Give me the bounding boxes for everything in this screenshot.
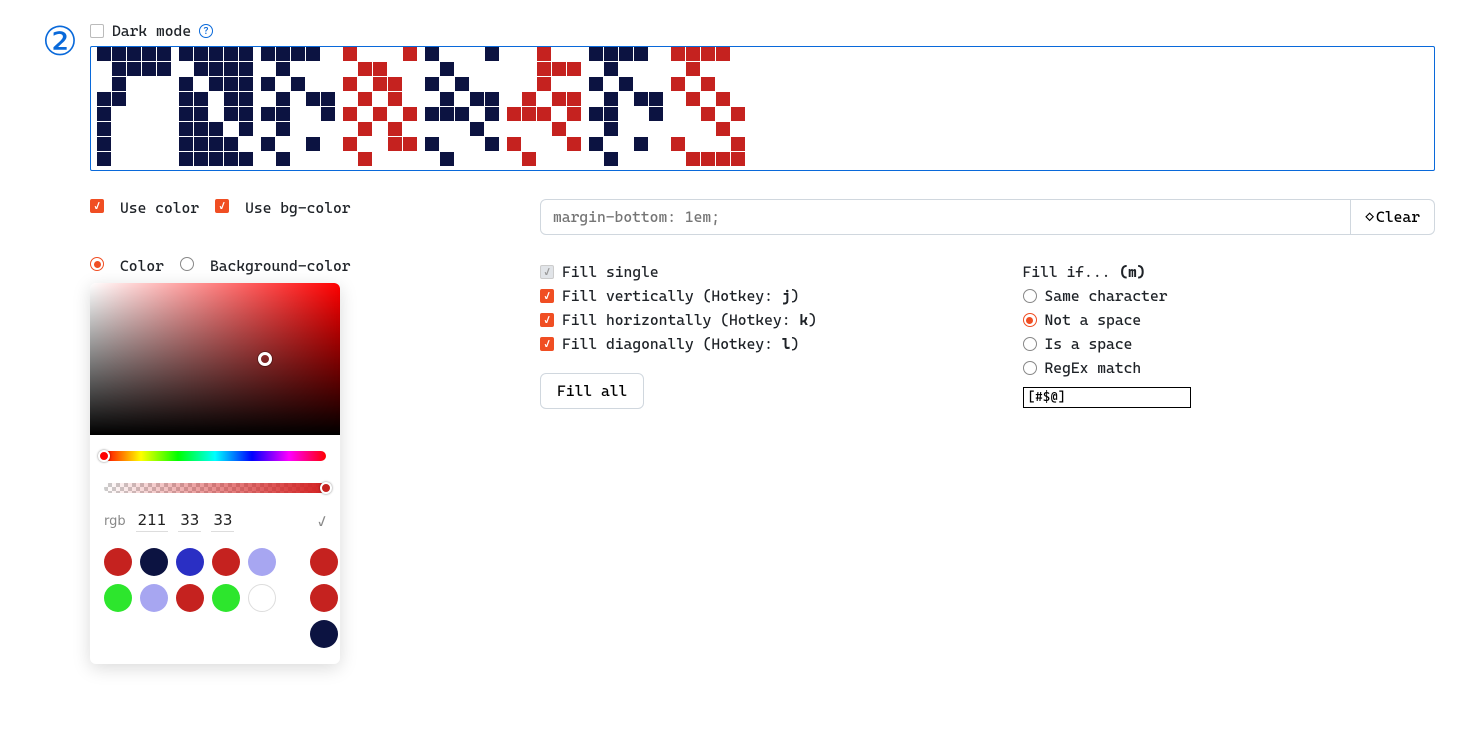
fill-vertical-checkbox[interactable] [540, 289, 554, 303]
fill-diagonal-label: Fill diagonally (Hotkey: l) [562, 335, 799, 353]
color-mode-label: Color [120, 257, 164, 275]
dark-mode-checkbox[interactable] [90, 24, 104, 38]
letter-F [97, 47, 171, 166]
fillif-same-label: Same character [1045, 287, 1168, 305]
regex-input[interactable] [1023, 387, 1191, 408]
step-number-badge: ② [42, 22, 78, 62]
extra-css-input[interactable] [540, 199, 1351, 235]
swatch[interactable] [212, 584, 240, 612]
letter-D [671, 47, 745, 166]
swatch[interactable] [176, 548, 204, 576]
fillif-same-radio[interactable] [1023, 289, 1037, 303]
fill-horizontal-label: Fill horizontally (Hotkey: k) [562, 311, 817, 329]
swatch[interactable] [104, 548, 132, 576]
check-icon[interactable]: ✓ [318, 514, 326, 530]
letter-N [343, 47, 417, 166]
dark-mode-label: Dark mode [112, 22, 191, 40]
use-color-checkbox[interactable] [90, 199, 104, 213]
letter-E [179, 47, 253, 166]
swatch[interactable] [140, 548, 168, 576]
fill-if-title: Fill if... (m) [1023, 263, 1436, 281]
fill-all-button[interactable]: Fill all [540, 373, 644, 409]
rgb-g-input[interactable]: 33 [178, 511, 201, 532]
rgb-b-input[interactable]: 33 [211, 511, 234, 532]
fillif-notspace-label: Not a space [1045, 311, 1142, 329]
swatch[interactable] [248, 548, 276, 576]
hue-slider[interactable] [104, 451, 326, 461]
fillif-regex-label: RegEx match [1045, 359, 1142, 377]
letter-R [589, 47, 663, 166]
swatch[interactable] [176, 584, 204, 612]
help-icon[interactable]: ? [199, 24, 213, 38]
color-mode-radio[interactable] [90, 257, 104, 271]
swatch[interactable] [248, 584, 276, 612]
swatch[interactable] [310, 548, 338, 576]
rgb-label[interactable]: rgb [104, 514, 126, 529]
swatch[interactable] [310, 584, 338, 612]
letter-H [425, 47, 499, 166]
color-picker: rgb 211 33 33 ✓ [90, 283, 340, 664]
swatch[interactable] [212, 548, 240, 576]
rgb-r-input[interactable]: 211 [136, 511, 169, 532]
swatch[interactable] [310, 620, 338, 648]
fillif-regex-radio[interactable] [1023, 361, 1037, 375]
fillif-isspace-label: Is a space [1045, 335, 1133, 353]
bg-mode-radio[interactable] [180, 257, 194, 271]
fill-diagonal-checkbox[interactable] [540, 337, 554, 351]
letter-R [261, 47, 335, 166]
swatch[interactable] [140, 584, 168, 612]
bg-mode-label: Background-color [210, 257, 351, 275]
fill-single-label: Fill single [562, 263, 659, 281]
fillif-isspace-radio[interactable] [1023, 337, 1037, 351]
letter-A [507, 47, 581, 166]
saturation-value-area[interactable] [90, 283, 340, 435]
use-bg-checkbox[interactable] [215, 199, 229, 213]
fill-single-checkbox [540, 265, 554, 279]
preview-canvas[interactable] [90, 46, 1435, 171]
fill-vertical-label: Fill vertically (Hotkey: j) [562, 287, 799, 305]
swatch[interactable] [104, 584, 132, 612]
clear-button[interactable]: ◇Clear [1351, 199, 1435, 235]
alpha-slider[interactable] [104, 483, 326, 493]
use-bg-label: Use bg-color [245, 199, 350, 217]
eraser-icon: ◇ [1365, 208, 1374, 226]
fill-horizontal-checkbox[interactable] [540, 313, 554, 327]
fillif-notspace-radio[interactable] [1023, 313, 1037, 327]
use-color-label: Use color [120, 199, 199, 217]
